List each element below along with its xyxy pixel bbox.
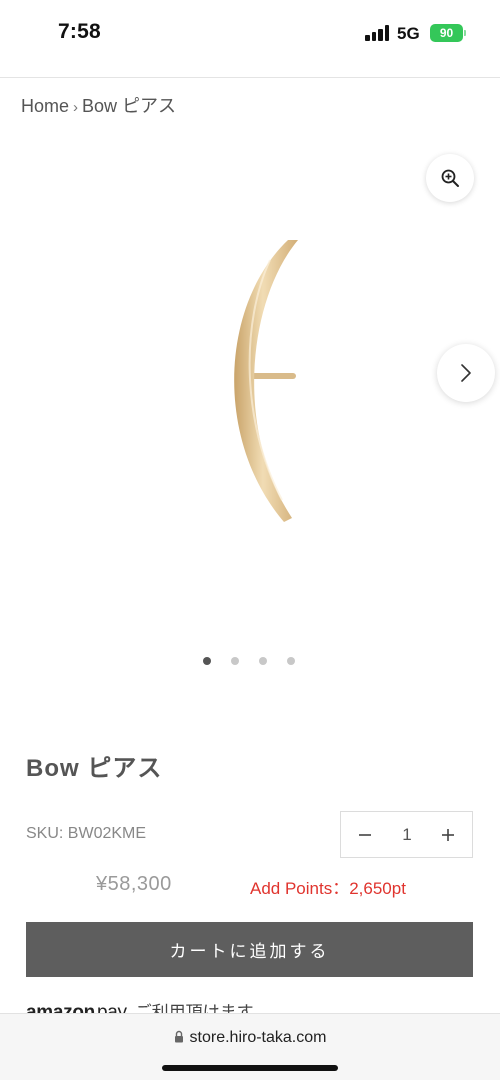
product-title: Bow ピアス [26,755,163,782]
product-image[interactable] [200,230,310,530]
zoom-in-icon [441,169,459,187]
pagination-dot[interactable] [231,657,239,665]
status-time: 7:58 [58,20,101,43]
quantity-increase-button[interactable] [426,812,470,857]
product-sku: SKU: BW02KME [26,825,147,842]
minus-icon [359,833,371,836]
next-image-button[interactable] [437,344,495,402]
home-indicator [162,1065,338,1071]
chevron-right-icon [461,364,471,382]
breadcrumb-separator: › [73,99,79,116]
battery-tip [464,30,466,36]
browser-address-bar[interactable]: store.hiro-taka.com [0,1013,500,1080]
header-divider [0,77,500,78]
add-to-cart-button[interactable]: カートに追加する [26,922,473,977]
url-text: store.hiro-taka.com [189,1029,327,1046]
status-bar: 7:58 5G 90 [0,0,500,70]
reward-points: Add Points：2,650pt [250,879,406,898]
breadcrumb-home-link[interactable]: Home [21,96,69,116]
network-label: 5G [397,24,420,43]
pagination-dot[interactable] [203,657,211,665]
lock-icon [174,1030,183,1043]
quantity-value[interactable]: 1 [385,812,429,857]
gallery-pagination [0,655,500,667]
battery-level: 90 [439,26,454,40]
breadcrumb-current: Bow ピアス [82,96,177,116]
battery-icon: 90 [430,24,463,42]
plus-icon [442,828,454,841]
product-gallery[interactable] [0,130,500,690]
product-price: ¥58,300 [96,873,172,895]
pagination-dot[interactable] [259,657,267,665]
pagination-dot[interactable] [287,657,295,665]
signal-icon [365,25,390,41]
quantity-stepper: 1 [340,811,473,858]
url-display[interactable]: store.hiro-taka.com [0,1029,500,1047]
quantity-decrease-button[interactable] [343,812,387,857]
zoom-button[interactable] [426,154,474,202]
breadcrumb: Home › Bow ピアス [21,92,176,118]
